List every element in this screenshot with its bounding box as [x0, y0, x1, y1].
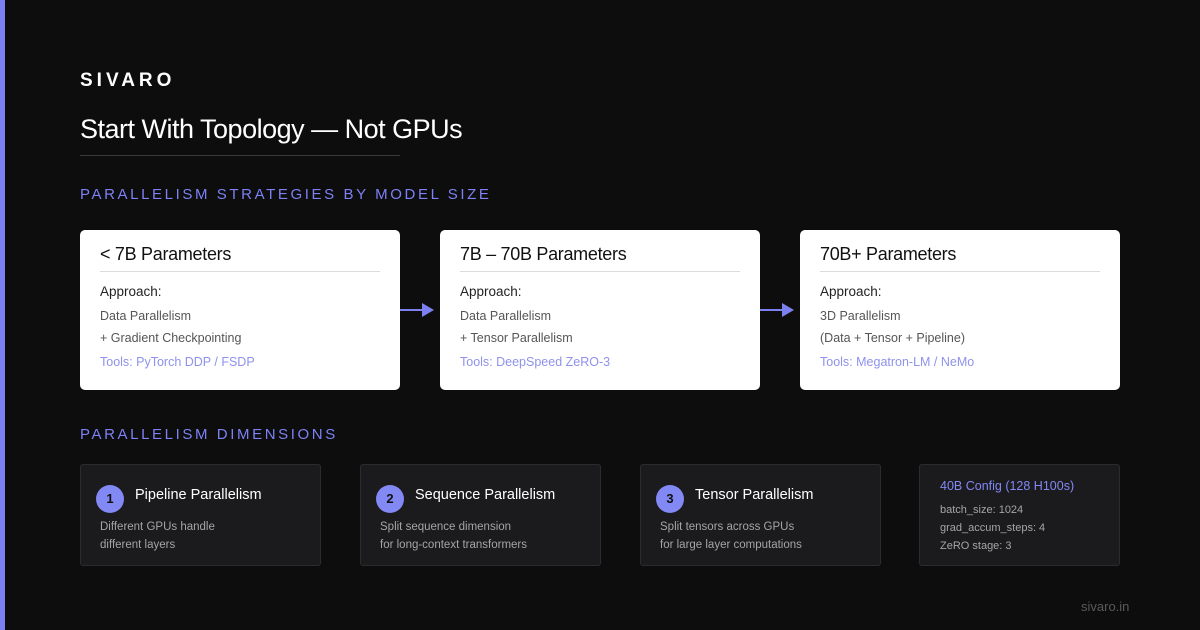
card-approach-label: Approach:	[460, 284, 522, 299]
card-divider	[820, 271, 1100, 272]
card-divider	[460, 271, 740, 272]
number-badge: 3	[656, 485, 684, 513]
accent-bar	[0, 0, 5, 630]
config-line: grad_accum_steps: 4	[940, 522, 1046, 534]
card-approach-line: 3D Parallelism	[820, 309, 901, 323]
card-tools: Tools: Megatron-LM / NeMo	[820, 355, 975, 369]
number-badge: 2	[376, 485, 404, 513]
dimension-description: Different GPUs handle different layers	[100, 518, 215, 554]
card-approach-line: + Tensor Parallelism	[460, 331, 573, 345]
config-title: 40B Config (128 H100s)	[940, 479, 1075, 493]
dimension-description-line: for long-context transformers	[380, 539, 528, 551]
strategy-card-small: < 7B Parameters Approach: Data Paralleli…	[80, 230, 400, 390]
arrow-right-icon	[400, 303, 434, 317]
page-title: Start With Topology — Not GPUs	[80, 114, 463, 144]
card-tools: Tools: PyTorch DDP / FSDP	[100, 355, 255, 369]
dimension-description-line: Split sequence dimension	[380, 521, 512, 533]
card-approach-line: Data Parallelism	[100, 309, 192, 323]
strategy-card-medium: 7B – 70B Parameters Approach: Data Paral…	[440, 230, 760, 390]
page: SIVARO Start With Topology — Not GPUs PA…	[0, 0, 1200, 630]
card-title: 7B – 70B Parameters	[460, 244, 627, 264]
card-tools: Tools: DeepSpeed ZeRO-3	[460, 355, 611, 369]
dimension-title: Pipeline Parallelism	[135, 487, 262, 503]
title-divider	[80, 155, 400, 156]
config-lines: batch_size: 1024 grad_accum_steps: 4 ZeR…	[940, 501, 1045, 555]
dimension-description-line: Split tensors across GPUs	[660, 521, 795, 533]
card-title: 70B+ Parameters	[820, 244, 957, 264]
dimension-description: Split sequence dimension for long-contex…	[380, 518, 527, 554]
card-approach-line: + Gradient Checkpointing	[100, 331, 242, 345]
config-card: 40B Config (128 H100s) batch_size: 1024 …	[919, 464, 1120, 566]
card-title: < 7B Parameters	[100, 244, 232, 264]
dimension-card-tensor: 3 Tensor Parallelism Split tensors acros…	[640, 464, 881, 566]
section-label-strategies: PARALLELISM STRATEGIES BY MODEL SIZE	[80, 186, 492, 203]
brand-logo: SIVARO	[80, 70, 176, 91]
section-label-dimensions: PARALLELISM DIMENSIONS	[80, 426, 338, 443]
dimension-description-line: different layers	[100, 539, 176, 551]
number-badge: 1	[96, 485, 124, 513]
dimension-description-line: for large layer computations	[660, 539, 802, 551]
arrow-right-icon	[760, 303, 794, 317]
dimension-title: Tensor Parallelism	[695, 487, 814, 503]
dimension-card-pipeline: 1 Pipeline Parallelism Different GPUs ha…	[80, 464, 321, 566]
card-approach-line: Data Parallelism	[460, 309, 552, 323]
dimension-title: Sequence Parallelism	[415, 487, 556, 503]
config-line: batch_size: 1024	[940, 504, 1024, 516]
card-approach-label: Approach:	[100, 284, 162, 299]
footer-url: sivaro.in	[1081, 599, 1130, 614]
dimension-card-sequence: 2 Sequence Parallelism Split sequence di…	[360, 464, 601, 566]
dimension-description: Split tensors across GPUs for large laye…	[660, 518, 802, 554]
config-line: ZeRO stage: 3	[940, 540, 1012, 552]
card-approach-line: (Data + Tensor + Pipeline)	[820, 331, 965, 345]
dimension-description-line: Different GPUs handle	[100, 521, 215, 533]
card-approach-label: Approach:	[820, 284, 882, 299]
card-divider	[100, 271, 380, 272]
strategy-card-large: 70B+ Parameters Approach: 3D Parallelism…	[800, 230, 1120, 390]
